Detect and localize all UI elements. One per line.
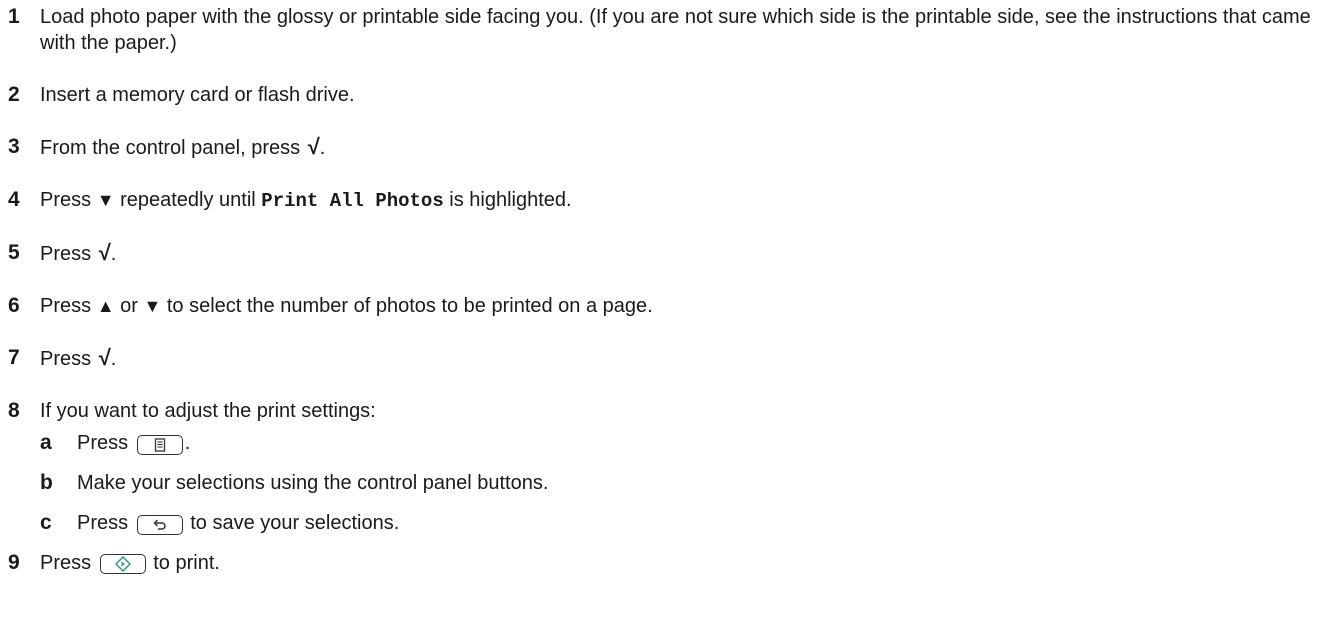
step-number: 8 <box>8 399 20 422</box>
step-number: 7 <box>8 346 20 369</box>
substep-label: c <box>40 511 52 534</box>
step-8-substeps: a Press . b Make your selections using t… <box>8 430 1314 536</box>
substep-text: Make your selections using the control p… <box>77 472 549 494</box>
step-6: 6 Press ▲ or ▼ to select the number of p… <box>8 293 1314 319</box>
substep-text-post: . <box>184 432 191 454</box>
step-number: 9 <box>8 551 20 574</box>
step-text-pre: Press <box>40 552 92 574</box>
back-button-icon <box>136 515 183 535</box>
substep-label: a <box>40 431 52 454</box>
step-7: 7 Press √. <box>8 345 1314 372</box>
substep-a: a Press . <box>40 430 1314 456</box>
step-text: Load photo paper with the glossy or prin… <box>40 6 1311 54</box>
substep-text-post: to save your selections. <box>190 512 400 534</box>
step-number: 5 <box>8 241 20 264</box>
step-text-pre: Press <box>40 295 92 317</box>
substep-c: c Press to save your selections. <box>40 510 1314 536</box>
substep-text: Press . <box>77 430 1314 456</box>
step-text-post: to select the number of photos to be pri… <box>166 295 653 317</box>
step-4: 4 Press ▼ repeatedly until Print All Pho… <box>8 187 1314 214</box>
up-arrow-icon: ▲ <box>96 296 115 316</box>
step-number: 4 <box>8 188 20 211</box>
step-text-post: to print. <box>153 552 220 574</box>
step-text: Press √. <box>40 240 1314 267</box>
step-text-pre: Press <box>40 243 92 265</box>
step-text: From the control panel, press √. <box>40 134 1314 161</box>
step-text: If you want to adjust the print settings… <box>40 400 376 422</box>
check-icon: √ <box>98 345 111 370</box>
substep-text-pre: Press <box>77 432 129 454</box>
substep-text-pre: Press <box>77 512 129 534</box>
step-5: 5 Press √. <box>8 240 1314 267</box>
step-text-mid: repeatedly until <box>120 189 256 211</box>
step-9: 9 Press to print. <box>8 550 1314 576</box>
menu-button-icon <box>136 435 183 455</box>
step-text-post: . <box>319 137 326 159</box>
check-icon: √ <box>98 240 111 265</box>
step-1: 1 Load photo paper with the glossy or pr… <box>8 4 1314 56</box>
start-button-icon <box>99 554 146 574</box>
step-number: 3 <box>8 135 20 158</box>
menu-icon <box>154 438 165 452</box>
step-text: Press to print. <box>40 550 1314 576</box>
step-text-post: is highlighted. <box>449 189 572 211</box>
step-text-pre: From the control panel, press <box>40 137 301 159</box>
step-text-pre: Press <box>40 348 92 370</box>
step-text: Press ▼ repeatedly until Print All Photo… <box>40 187 1314 214</box>
substep-text: Press to save your selections. <box>77 510 1314 536</box>
step-8: 8 If you want to adjust the print settin… <box>8 398 1314 424</box>
step-number: 2 <box>8 83 20 106</box>
step-text: Insert a memory card or flash drive. <box>40 84 355 106</box>
step-text-post: . <box>110 243 117 265</box>
step-text-pre: Press <box>40 189 92 211</box>
step-3: 3 From the control panel, press √. <box>8 134 1314 161</box>
step-text-post: . <box>110 348 117 370</box>
down-arrow-icon: ▼ <box>143 296 162 316</box>
substep-label: b <box>40 471 53 494</box>
menu-option-code: Print All Photos <box>261 190 444 212</box>
start-icon <box>114 556 131 572</box>
step-text: Press ▲ or ▼ to select the number of pho… <box>40 293 1314 319</box>
back-icon <box>153 519 166 530</box>
step-2: 2 Insert a memory card or flash drive. <box>8 82 1314 108</box>
step-number: 1 <box>8 5 20 28</box>
substep-b: b Make your selections using the control… <box>40 470 1314 496</box>
down-arrow-icon: ▼ <box>96 190 115 210</box>
instruction-steps: 1 Load photo paper with the glossy or pr… <box>8 4 1314 576</box>
check-icon: √ <box>307 134 320 159</box>
step-text: Press √. <box>40 345 1314 372</box>
step-number: 6 <box>8 294 20 317</box>
step-text-or: or <box>120 295 138 317</box>
